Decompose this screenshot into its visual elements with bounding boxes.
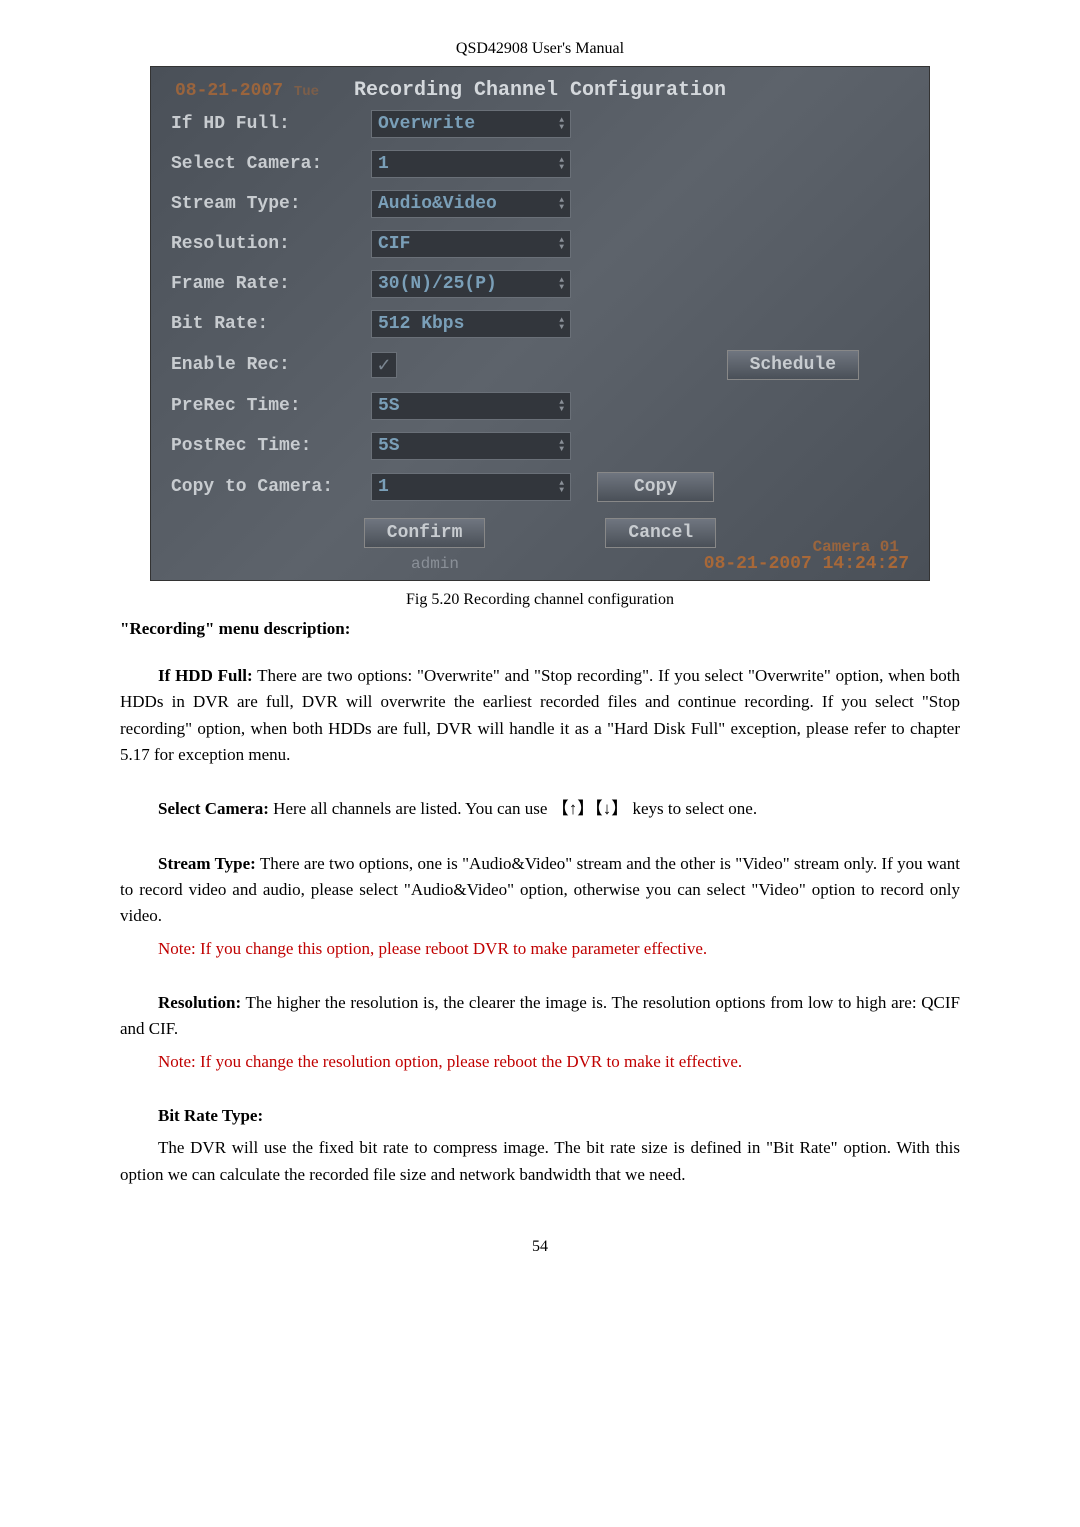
value-bit-rate: 512 Kbps <box>378 314 464 334</box>
copy-button[interactable]: Copy <box>597 472 714 502</box>
row-select-camera: Select Camera: 1 ▲▼ <box>171 150 909 178</box>
select-copy-to-camera[interactable]: 1 ▲▼ <box>371 473 571 501</box>
spinner-icon[interactable]: ▲▼ <box>559 157 564 171</box>
select-resolution[interactable]: CIF ▲▼ <box>371 230 571 258</box>
note-resolution: Note: If you change the resolution optio… <box>120 1049 960 1075</box>
confirm-button[interactable]: Confirm <box>364 518 486 548</box>
label-if-hd-full: If HD Full: <box>171 114 371 134</box>
para-bit-rate-type: The DVR will use the fixed bit rate to c… <box>120 1135 960 1188</box>
spinner-icon[interactable]: ▲▼ <box>559 439 564 453</box>
row-stream-type: Stream Type: Audio&Video ▲▼ <box>171 190 909 218</box>
spinner-icon[interactable]: ▲▼ <box>559 197 564 211</box>
label-resolution: Resolution: <box>171 234 371 254</box>
value-frame-rate: 30(N)/25(P) <box>378 274 497 294</box>
schedule-button[interactable]: Schedule <box>727 350 859 380</box>
row-if-hd-full: If HD Full: Overwrite ▲▼ <box>171 110 909 138</box>
row-postrec-time: PostRec Time: 5S ▲▼ <box>171 432 909 460</box>
row-copy-to-camera: Copy to Camera: 1 ▲▼ Copy <box>171 472 909 502</box>
lead-hdd-full: If HDD Full: <box>158 666 253 685</box>
spinner-icon[interactable]: ▲▼ <box>559 277 564 291</box>
overlay-day: Tue <box>294 84 319 100</box>
row-bit-rate: Bit Rate: 512 Kbps ▲▼ <box>171 310 909 338</box>
para-hdd-full: If HDD Full: There are two options: "Ove… <box>120 663 960 768</box>
row-enable-rec: Enable Rec: ✓ Schedule <box>171 350 909 380</box>
confirm-cancel-row: Confirm Cancel <box>171 518 909 548</box>
cancel-button[interactable]: Cancel <box>605 518 716 548</box>
spinner-icon[interactable]: ▲▼ <box>559 317 564 331</box>
overlay-date-value: 08-21-2007 <box>175 81 283 101</box>
page-number: 54 <box>120 1238 960 1256</box>
select-postrec-time[interactable]: 5S ▲▼ <box>371 432 571 460</box>
note-stream-type: Note: If you change this option, please … <box>120 936 960 962</box>
value-if-hd-full: Overwrite <box>378 114 475 134</box>
label-prerec-time: PreRec Time: <box>171 396 371 416</box>
label-enable-rec: Enable Rec: <box>171 355 371 375</box>
select-prerec-time[interactable]: 5S ▲▼ <box>371 392 571 420</box>
spinner-icon[interactable]: ▲▼ <box>559 399 564 413</box>
para-select-camera: Select Camera: Here all channels are lis… <box>120 796 960 822</box>
text-resolution: The higher the resolution is, the cleare… <box>120 993 960 1038</box>
footer-user: admin <box>411 555 459 573</box>
label-stream-type: Stream Type: <box>171 194 371 214</box>
select-frame-rate[interactable]: 30(N)/25(P) ▲▼ <box>371 270 571 298</box>
value-select-camera: 1 <box>378 154 389 174</box>
label-postrec-time: PostRec Time: <box>171 436 371 456</box>
dvr-screenshot: 08-21-2007 Tue Recording Channel Configu… <box>150 66 930 581</box>
row-resolution: Resolution: CIF ▲▼ <box>171 230 909 258</box>
row-prerec-time: PreRec Time: 5S ▲▼ <box>171 392 909 420</box>
select-stream-type[interactable]: Audio&Video ▲▼ <box>371 190 571 218</box>
value-copy-to-camera: 1 <box>378 477 389 497</box>
value-resolution: CIF <box>378 234 410 254</box>
overlay-date: 08-21-2007 Tue <box>175 81 319 101</box>
figure-caption: Fig 5.20 Recording channel configuration <box>120 591 960 609</box>
para-stream-type: Stream Type: There are two options, one … <box>120 851 960 930</box>
select-bit-rate[interactable]: 512 Kbps ▲▼ <box>371 310 571 338</box>
label-copy-to-camera: Copy to Camera: <box>171 477 371 497</box>
spinner-icon[interactable]: ▲▼ <box>559 237 564 251</box>
row-frame-rate: Frame Rate: 30(N)/25(P) ▲▼ <box>171 270 909 298</box>
footer-bar: Camera 01 admin 08-21-2007 14:24:27 <box>171 554 909 574</box>
text-select-camera: Here all channels are listed. You can us… <box>269 799 757 818</box>
heading-bit-rate-type: Bit Rate Type: <box>120 1103 960 1129</box>
value-prerec-time: 5S <box>378 396 400 416</box>
value-stream-type: Audio&Video <box>378 194 497 214</box>
document-header: QSD42908 User's Manual <box>120 40 960 58</box>
recording-menu-heading: "Recording" menu description: <box>120 619 960 639</box>
spinner-icon[interactable]: ▲▼ <box>559 117 564 131</box>
para-resolution: Resolution: The higher the resolution is… <box>120 990 960 1043</box>
lead-stream-type: Stream Type: <box>158 854 256 873</box>
label-bit-rate: Bit Rate: <box>171 314 371 334</box>
checkbox-enable-rec[interactable]: ✓ <box>371 352 397 378</box>
footer-camera-overlay: Camera 01 <box>813 538 899 556</box>
value-postrec-time: 5S <box>378 436 400 456</box>
spinner-icon[interactable]: ▲▼ <box>559 480 564 494</box>
label-frame-rate: Frame Rate: <box>171 274 371 294</box>
lead-resolution: Resolution: <box>158 993 241 1012</box>
footer-date: 08-21-2007 14:24:27 <box>704 554 909 574</box>
lead-select-camera: Select Camera: <box>158 799 269 818</box>
select-camera[interactable]: 1 ▲▼ <box>371 150 571 178</box>
select-if-hd-full[interactable]: Overwrite ▲▼ <box>371 110 571 138</box>
label-select-camera: Select Camera: <box>171 154 371 174</box>
